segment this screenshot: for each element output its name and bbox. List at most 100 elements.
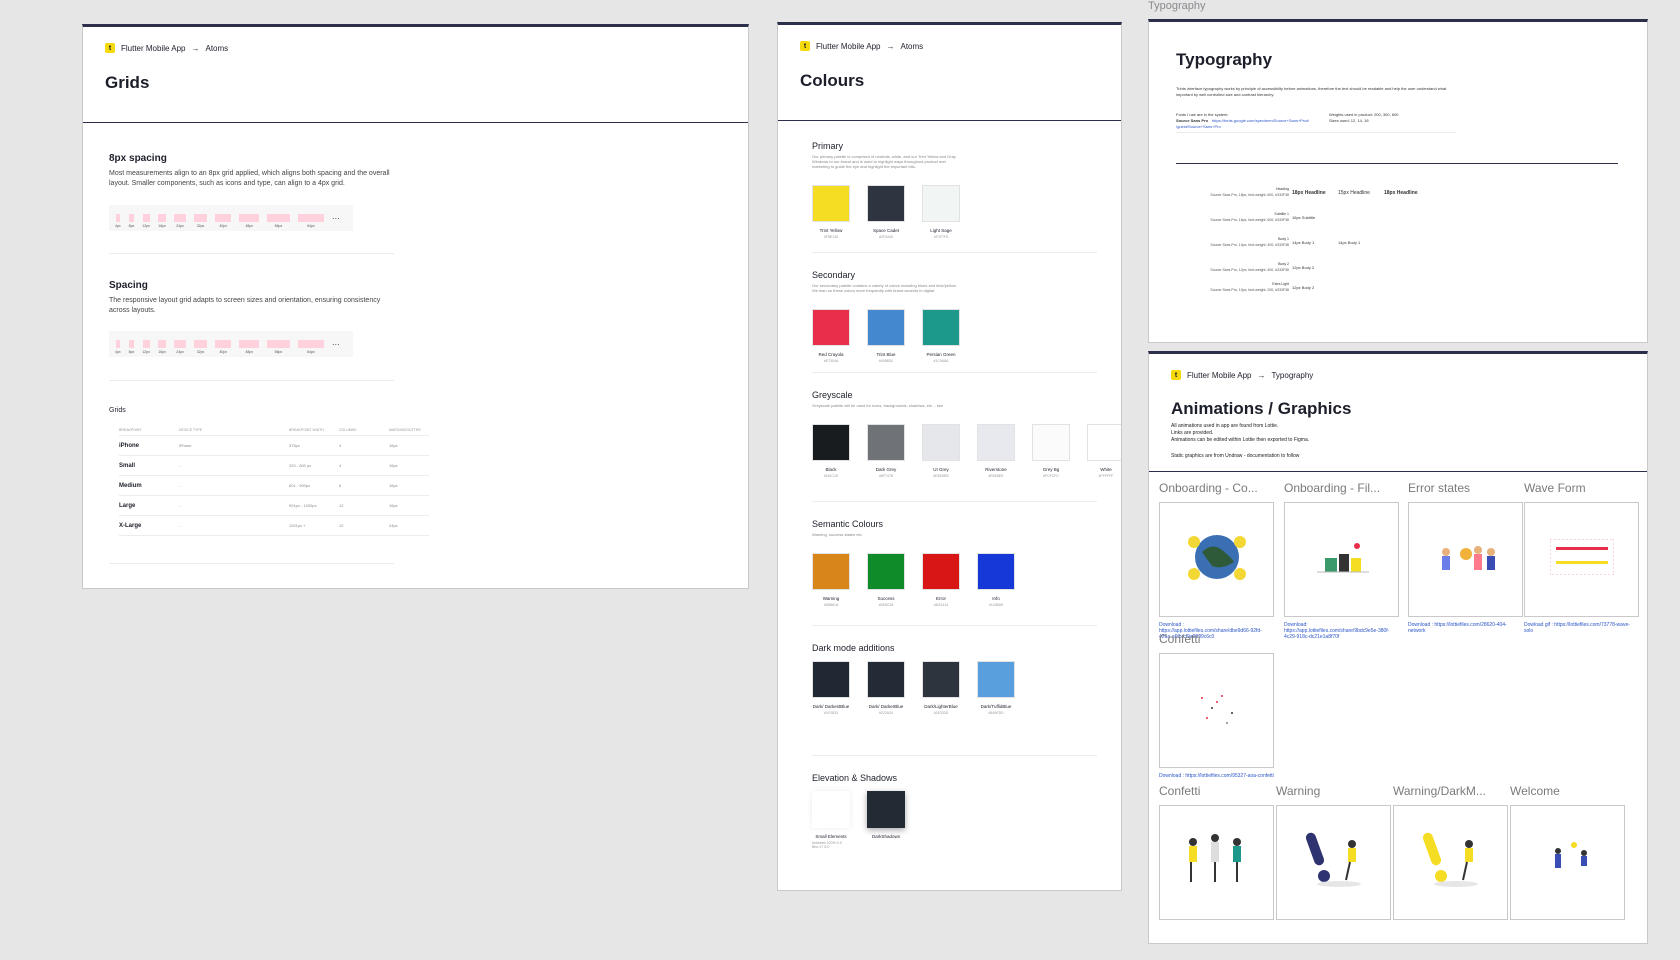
colour-swatch[interactable]: Trint Blue #4088D0 (867, 309, 905, 363)
colours-frame[interactable]: t Flutter Mobile App → Atoms Colours Pri… (777, 22, 1122, 891)
colour-swatch[interactable]: Success #0E8C28 (867, 553, 905, 607)
table-row[interactable]: X-Large - 1201px + 12 24px (119, 516, 429, 536)
colour-swatch[interactable]: Trint Yellow #F5E126 (812, 185, 850, 239)
colour-swatch[interactable]: Small Elements #ebebeb 100% X:0 Blur:17 S… (812, 791, 850, 849)
animation-title[interactable]: Wave Form (1524, 481, 1586, 495)
swatch-chip[interactable] (867, 309, 905, 346)
colour-swatch[interactable]: DarkShadows (867, 791, 905, 849)
animation-title[interactable]: Warning (1276, 784, 1320, 798)
animation-title[interactable]: Welcome (1510, 784, 1560, 798)
animation-card[interactable] (1524, 502, 1639, 617)
colour-swatch[interactable]: Warning #D8861A (812, 553, 850, 607)
colour-swatch[interactable]: Dark/ DarkestBlue #1F2833 (812, 661, 850, 715)
colour-swatch[interactable]: Riverstone #E6E8EE (977, 424, 1015, 478)
spacing-bar (297, 214, 324, 222)
swatch-chip[interactable] (812, 661, 850, 698)
colour-swatch[interactable]: Black #181C1E (812, 424, 850, 478)
spacing-rule: 32px (193, 340, 208, 354)
swatch-name: Small Elements (815, 834, 847, 839)
grids-frame[interactable]: t Flutter Mobile App → Atoms Grids 8px s… (82, 24, 749, 589)
colour-swatch[interactable]: Dark/LighterBlue #2E333D (922, 661, 960, 715)
swatch-chip[interactable] (977, 661, 1015, 698)
font-link[interactable]: https://fonts.google.com/specimen/Source… (1212, 118, 1309, 123)
spacing-label: 24px (176, 224, 184, 228)
swatch-chip[interactable] (812, 424, 850, 461)
breadcrumb-app[interactable]: Flutter Mobile App (121, 44, 185, 53)
colour-swatch[interactable]: Persian Green #1C9A8A (922, 309, 960, 363)
table-cell: 16px (389, 503, 398, 508)
table-row[interactable]: iPhone iPhone 375px 4 16px (119, 436, 429, 456)
swatch-chip[interactable] (922, 309, 960, 346)
swatch-chip[interactable] (922, 424, 960, 461)
table-cell: 4 (339, 463, 342, 468)
download-link[interactable]: Download: https://app.lottiefiles.com/sh… (1284, 622, 1399, 640)
animation-card[interactable] (1408, 502, 1523, 617)
download-link[interactable]: Download : https://lottiefiles.com/28620… (1408, 622, 1523, 634)
colour-swatch[interactable]: Dark/TuffidBlue #5A9FDD (977, 661, 1015, 715)
more-icon[interactable]: ··· (332, 214, 340, 223)
spacing-rule: 16px (157, 214, 167, 228)
download-link[interactable]: Download : https://lottiefiles.com/95327… (1159, 773, 1274, 779)
animation-title[interactable]: Confetti (1159, 784, 1200, 798)
swatch-chip[interactable] (812, 185, 850, 222)
swatch-chip[interactable] (867, 553, 905, 590)
swatch-chip[interactable] (867, 791, 905, 828)
colour-group-title: Primary (812, 141, 843, 151)
colour-swatch[interactable]: Info #1436D6 (977, 553, 1015, 607)
swatch-chip[interactable] (867, 424, 905, 461)
swatch-chip[interactable] (977, 424, 1015, 461)
colour-swatch[interactable]: UI Grey #E6E6EB (922, 424, 960, 478)
colour-swatch[interactable]: Dark/ DarkerBlue #222A34 (867, 661, 905, 715)
animation-card[interactable] (1159, 805, 1274, 920)
download-link[interactable]: Dowload gif : https://lottiefiles.com/73… (1524, 622, 1639, 634)
typography-frame-label[interactable]: Typography (1148, 0, 1205, 12)
breadcrumb-app[interactable]: Flutter Mobile App (1187, 371, 1251, 380)
swatch-chip[interactable] (812, 553, 850, 590)
swatch-chip[interactable] (1087, 424, 1121, 461)
typography-frame[interactable]: Typography Trints interface typography w… (1148, 19, 1648, 343)
animation-title[interactable]: Onboarding - Co... (1159, 481, 1258, 495)
breadcrumb-app[interactable]: Flutter Mobile App (816, 42, 880, 51)
animations-frame[interactable]: t Flutter Mobile App → Typography Animat… (1148, 351, 1648, 944)
swatch-chip[interactable] (867, 185, 905, 222)
animation-card[interactable] (1276, 805, 1391, 920)
swatch-chip[interactable] (977, 553, 1015, 590)
colour-swatch[interactable]: Grey Bg #FCFCFC (1032, 424, 1070, 478)
swatch-chip[interactable] (922, 185, 960, 222)
breadcrumb-section[interactable]: Atoms (205, 44, 228, 53)
animation-title[interactable]: Confetti (1159, 632, 1200, 646)
swatch-chip[interactable] (922, 553, 960, 590)
colour-swatch[interactable]: Red Crayola #E7304A (812, 309, 850, 363)
spacing-rule: 56px (267, 340, 290, 354)
animation-card[interactable] (1510, 805, 1625, 920)
font-link-2[interactable]: /guest/Source+Sans+Pro (1176, 124, 1221, 129)
swatch-hex: #2F3440 (879, 235, 893, 239)
spacing-label: 64px (307, 224, 315, 228)
colour-swatch[interactable]: Light Sage #F1F7F5 (922, 185, 960, 239)
more-icon[interactable]: ··· (332, 340, 340, 349)
swatch-chip[interactable] (812, 791, 850, 828)
animation-card[interactable] (1393, 805, 1508, 920)
animation-title[interactable]: Onboarding - Fil... (1284, 481, 1380, 495)
swatch-chip[interactable] (812, 309, 850, 346)
table-cell: 16px (389, 443, 398, 448)
colour-swatch[interactable]: White #FFFFFF (1087, 424, 1121, 478)
animation-title[interactable]: Error states (1408, 481, 1470, 495)
colour-swatch[interactable]: Space Cadet #2F3440 (867, 185, 905, 239)
table-row[interactable]: Medium - 601 - 900px 8 16px (119, 476, 429, 496)
swatch-chip[interactable] (1032, 424, 1070, 461)
animation-title[interactable]: Warning/DarkM... (1393, 784, 1486, 798)
table-row[interactable]: Small - 320 - 600 px 4 16px (119, 456, 429, 476)
swatch-chip[interactable] (922, 661, 960, 698)
colour-group-desc: Our primary palette is comprised of neut… (812, 154, 956, 169)
spacing-rule: 12px (142, 214, 150, 228)
animation-card[interactable] (1159, 502, 1274, 617)
swatch-chip[interactable] (867, 661, 905, 698)
colour-swatch[interactable]: Dark Grey #6F7478 (867, 424, 905, 478)
colour-swatch[interactable]: Error #D91414 (922, 553, 960, 607)
animation-card[interactable] (1159, 653, 1274, 768)
animation-card[interactable] (1284, 502, 1399, 617)
breadcrumb-section[interactable]: Atoms (900, 42, 923, 51)
table-row[interactable]: Large - 901px - 1200px 12 16px (119, 496, 429, 516)
breadcrumb-section[interactable]: Typography (1271, 371, 1313, 380)
